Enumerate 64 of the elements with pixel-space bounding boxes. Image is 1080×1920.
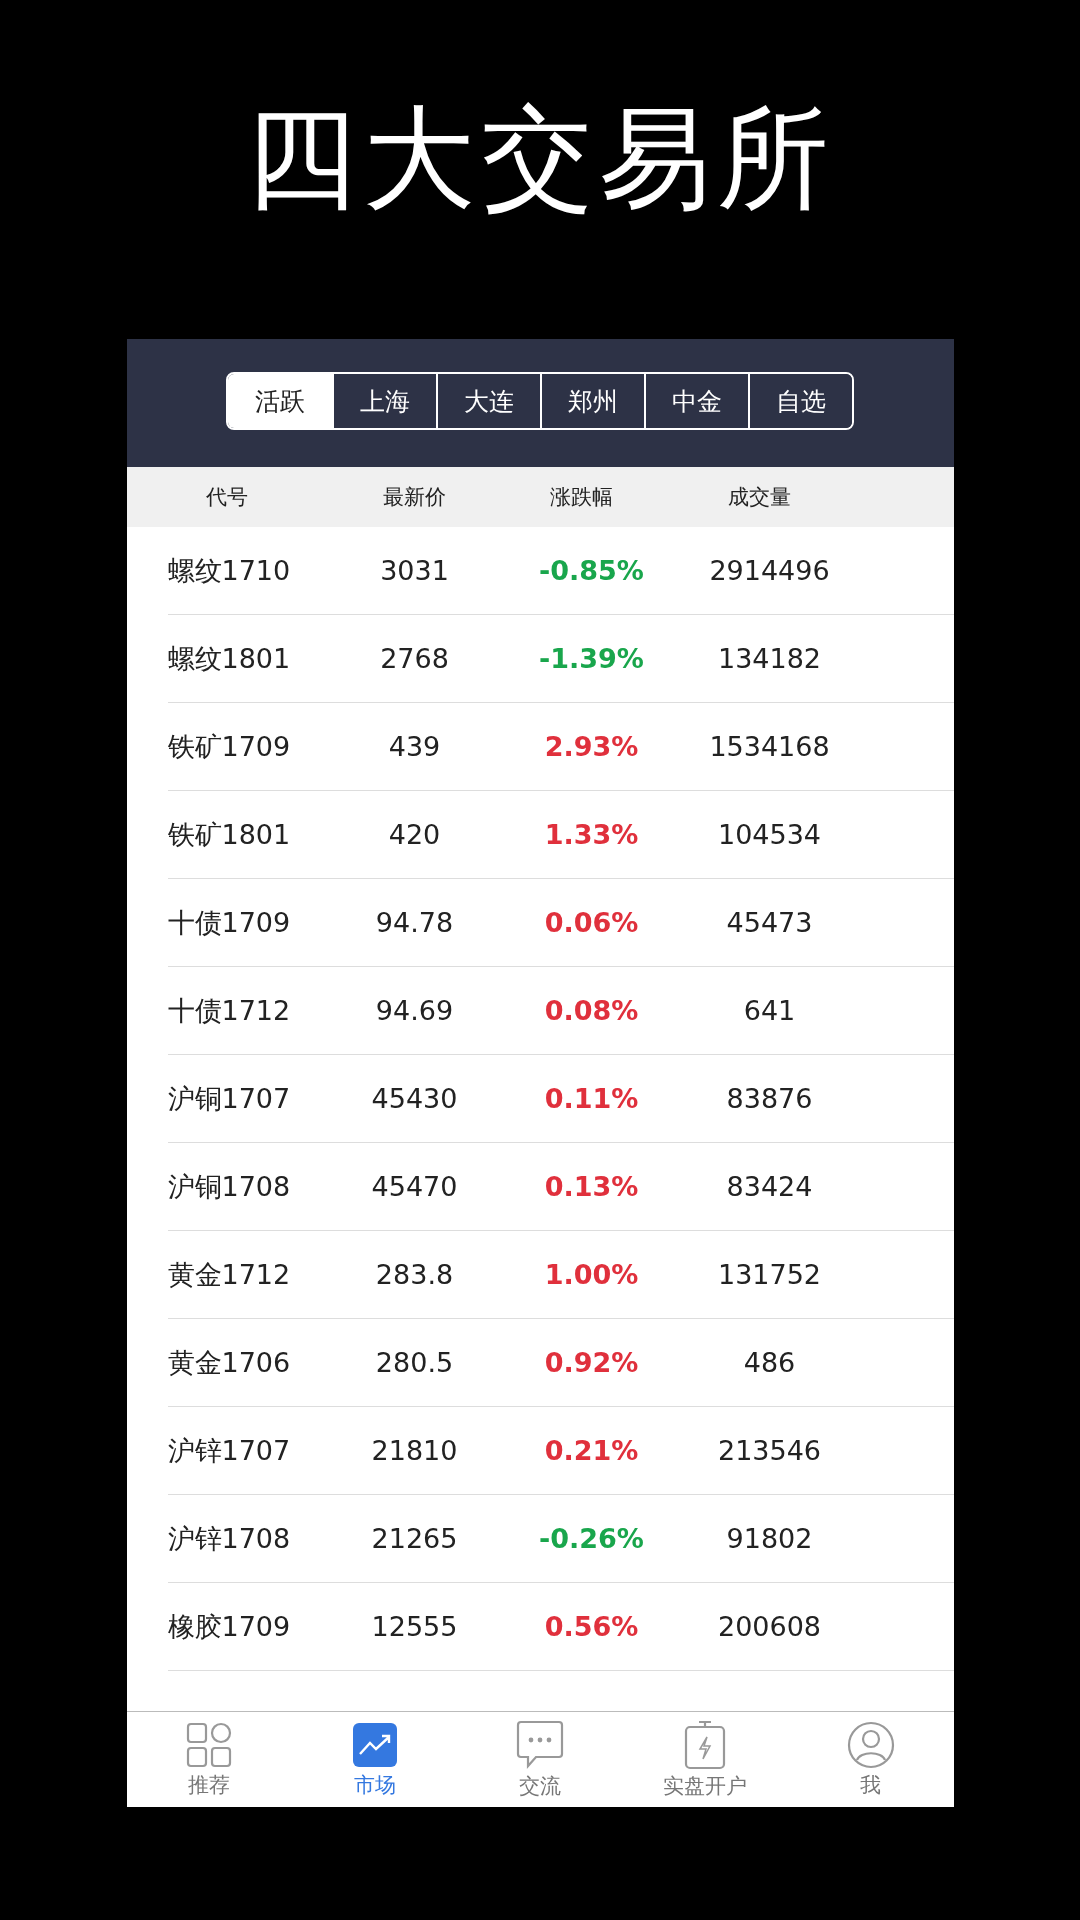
- change-cell-text: 0.08%: [543, 995, 640, 1026]
- price-cell-text: 420: [387, 819, 442, 850]
- code-cell-text: 螺纹1801: [167, 641, 292, 676]
- volume-cell-text: 200608: [716, 1611, 823, 1642]
- volume-cell-text: 131752: [716, 1259, 823, 1290]
- volume-cell-text: 641: [742, 995, 797, 1026]
- volume-cell-text: 83424: [725, 1171, 814, 1202]
- change-cell-text: -0.85%: [538, 555, 645, 586]
- battery-icon: [684, 1719, 727, 1770]
- column-header: 代号: [204, 484, 249, 511]
- price-cell-text: 94.78: [374, 907, 455, 938]
- price-cell-text: 283.8: [374, 1259, 455, 1290]
- column-header: 成交量: [727, 484, 792, 511]
- price-cell-text: 3031: [379, 555, 450, 586]
- price-cell-text: 21265: [370, 1523, 459, 1554]
- chart-icon: [350, 1720, 399, 1769]
- exchange-tab[interactable]: 自选: [748, 374, 852, 428]
- change-cell-text: 0.06%: [543, 907, 640, 938]
- code-cell-text: 沪铜1708: [167, 1169, 292, 1204]
- code-cell-text: 十债1712: [167, 993, 292, 1028]
- price-cell-text: 12555: [370, 1611, 459, 1642]
- price-cell-text: 280.5: [374, 1347, 455, 1378]
- code-cell-text: 十债1709: [167, 905, 292, 940]
- chat-icon: [516, 1719, 564, 1770]
- volume-cell-text: 486: [742, 1347, 797, 1378]
- headline: 四大交易所: [245, 92, 835, 225]
- volume-cell-text: 2914496: [708, 555, 831, 586]
- volume-cell-text: 104534: [716, 819, 823, 850]
- change-cell-text: -0.26%: [538, 1523, 645, 1554]
- change-cell-text: 0.11%: [543, 1083, 640, 1114]
- code-cell-text: 沪铜1707: [167, 1081, 292, 1116]
- grid-icon: [185, 1720, 234, 1769]
- column-header: 最新价: [382, 484, 447, 511]
- change-cell-text: 0.21%: [543, 1435, 640, 1466]
- volume-cell-text: 91802: [725, 1523, 814, 1554]
- volume-cell-text: 83876: [725, 1083, 814, 1114]
- change-cell-text: 0.13%: [543, 1171, 640, 1202]
- person-icon: [846, 1720, 895, 1769]
- column-header: 涨跌幅: [549, 484, 614, 511]
- code-cell-text: 黄金1706: [167, 1345, 292, 1380]
- volume-cell-text: 1534168: [708, 731, 831, 762]
- change-cell-text: 1.33%: [543, 819, 640, 850]
- price-cell-text: 439: [387, 731, 442, 762]
- price-cell-text: 45470: [370, 1171, 459, 1202]
- code-cell-text: 黄金1712: [167, 1257, 292, 1292]
- volume-cell-text: 45473: [725, 907, 814, 938]
- code-cell-text: 沪锌1707: [167, 1433, 292, 1468]
- code-cell-text: 螺纹1710: [167, 553, 292, 588]
- change-cell-text: -1.39%: [538, 643, 645, 674]
- change-cell-text: 0.56%: [543, 1611, 640, 1642]
- change-cell-text: 2.93%: [543, 731, 640, 762]
- change-cell-text: 0.92%: [543, 1347, 640, 1378]
- price-cell-text: 45430: [370, 1083, 459, 1114]
- code-cell-text: 铁矿1801: [167, 817, 292, 852]
- price-cell-text: 2768: [379, 643, 450, 674]
- code-cell-text: 沪锌1708: [167, 1521, 292, 1556]
- code-cell-text: 铁矿1709: [167, 729, 292, 764]
- volume-cell-text: 213546: [716, 1435, 823, 1466]
- change-cell-text: 1.00%: [543, 1259, 640, 1290]
- price-cell-text: 94.69: [374, 995, 455, 1026]
- volume-cell-text: 134182: [716, 643, 823, 674]
- exchange-tab[interactable]: 活跃: [228, 374, 332, 428]
- code-cell-text: 橡胶1709: [167, 1609, 292, 1644]
- price-cell-text: 21810: [370, 1435, 459, 1466]
